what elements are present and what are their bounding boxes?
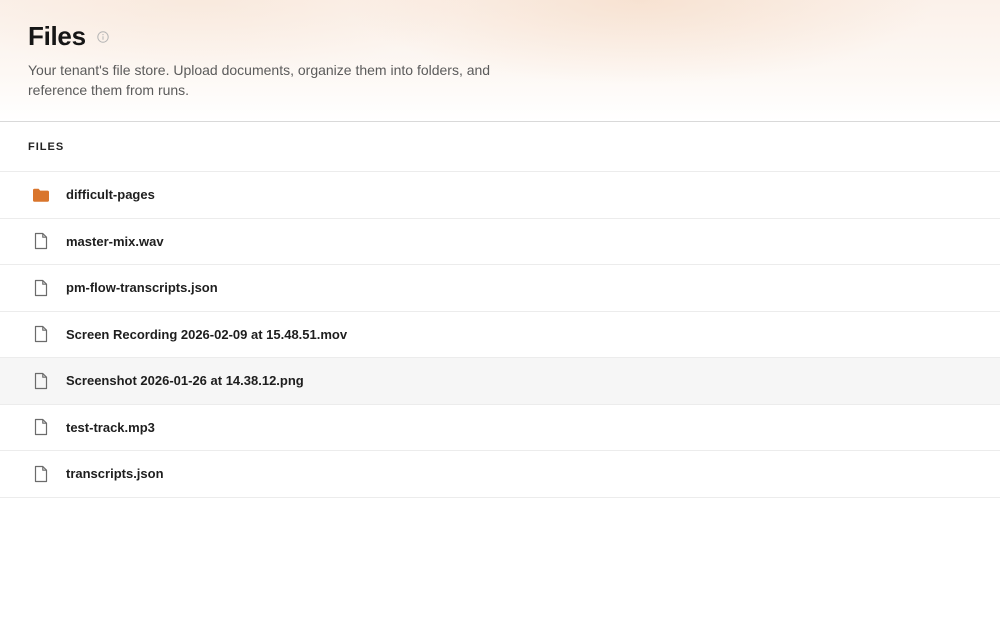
file-name: Screen Recording 2026-02-09 at 15.48.51.… <box>66 326 348 342</box>
file-name: master-mix.wav <box>66 233 164 249</box>
file-list: difficult-pages master-mix.wav pm-flow-t… <box>0 172 1000 498</box>
file-name: test-track.mp3 <box>66 419 155 435</box>
file-row-pm-flow-transcripts-json[interactable]: pm-flow-transcripts.json <box>0 265 1000 312</box>
file-icon <box>31 324 51 344</box>
file-icon <box>31 231 51 251</box>
file-row-screen-recording-mov[interactable]: Screen Recording 2026-02-09 at 15.48.51.… <box>0 312 1000 358</box>
file-name: pm-flow-transcripts.json <box>66 280 218 296</box>
info-icon[interactable] <box>97 31 109 43</box>
folder-icon <box>31 185 51 205</box>
page-subtitle: Your tenant's file store. Upload documen… <box>28 62 491 98</box>
page-title: Files <box>28 20 86 51</box>
file-row-difficult-pages[interactable]: difficult-pages <box>0 172 1000 219</box>
file-row-screenshot-png[interactable]: Screenshot 2026-01-26 at 14.38.12.png <box>0 358 1000 405</box>
file-icon <box>31 464 51 484</box>
file-name: difficult-pages <box>66 187 155 203</box>
file-row-transcripts-json[interactable]: transcripts.json <box>0 451 1000 498</box>
file-icon <box>31 278 51 298</box>
title-row: Files <box>28 20 972 52</box>
files-section-header: FILES <box>0 122 1000 172</box>
file-name: Screenshot 2026-01-26 at 14.38.12.png <box>66 373 304 389</box>
file-icon <box>31 371 51 391</box>
file-icon <box>31 417 51 437</box>
file-row-master-mix-wav[interactable]: master-mix.wav <box>0 219 1000 265</box>
page-header: Files Your tenant's file store. Upload d… <box>0 0 1000 122</box>
file-row-test-track-mp3[interactable]: test-track.mp3 <box>0 405 1000 451</box>
file-name: transcripts.json <box>66 466 164 482</box>
